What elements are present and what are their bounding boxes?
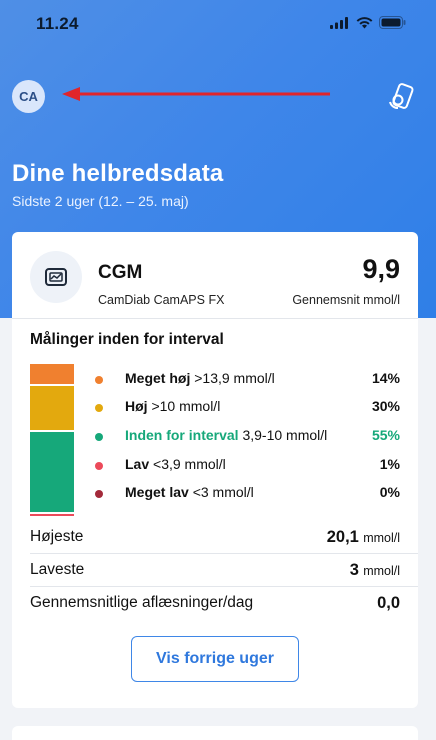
avg-readings-value: 0,0 [377, 594, 400, 612]
legend-percent: 55% [371, 427, 400, 443]
avatar[interactable]: CA [12, 80, 45, 113]
range-bar-segment [30, 432, 74, 512]
divider [30, 553, 418, 554]
legend-label-bold: Lav [125, 456, 150, 472]
legend-label: Meget lav <3 mmol/l [125, 484, 254, 500]
signal-icon [330, 16, 348, 29]
legend-percent: 1% [379, 456, 400, 472]
device-sync-icon [389, 83, 414, 109]
battery-icon [379, 16, 406, 29]
legend-label-range: <3,9 mmol/l [149, 456, 226, 472]
legend-label-range: >13,9 mmol/l [190, 370, 275, 386]
page-subtitle: Sidste 2 uger (12. – 25. maj) [12, 193, 189, 209]
highest-label: Højeste [30, 528, 84, 545]
legend-percent: 30% [371, 398, 400, 414]
avatar-initials: CA [19, 89, 38, 104]
legend-item: Meget lav <3 mmol/l 0% [95, 484, 400, 504]
status-bar: 11.24 [36, 14, 406, 38]
highest-unit: mmol/l [363, 531, 400, 545]
legend-label: Høj >10 mmol/l [125, 398, 220, 414]
legend-dot [95, 404, 103, 412]
highest-row: Højeste 20,1 mmol/l [30, 528, 400, 550]
legend-label-range: <3 mmol/l [188, 484, 254, 500]
next-card [12, 726, 418, 740]
lowest-value: 3 [349, 561, 359, 579]
lowest-row: Laveste 3 mmol/l [30, 561, 400, 583]
range-bar-segment [30, 386, 74, 430]
cgm-device: CamDiab CamAPS FX [98, 293, 225, 307]
legend-item: Inden for interval 3,9-10 mmol/l 55% [95, 427, 400, 447]
legend-item: Lav <3,9 mmol/l 1% [95, 456, 400, 476]
range-title: Målinger inden for interval [30, 331, 224, 348]
legend-label: Inden for interval 3,9-10 mmol/l [125, 427, 327, 443]
range-bar-segment [30, 514, 74, 516]
highest-value-group: 20,1 mmol/l [327, 528, 400, 547]
legend-dot [95, 376, 103, 384]
avg-readings-label: Gennemsnitlige aflæsninger/dag [30, 594, 254, 611]
device-sync-button[interactable] [386, 82, 416, 112]
legend-item: Høj >10 mmol/l 30% [95, 398, 400, 418]
legend-label-range: >10 mmol/l [147, 398, 221, 414]
page-title: Dine helbredsdata [12, 160, 224, 187]
legend-dot [95, 462, 103, 470]
legend-label-bold: Meget høj [125, 370, 191, 386]
legend-label-bold: Meget lav [125, 484, 189, 500]
average-label: Gennemsnit mmol/l [292, 293, 400, 307]
show-previous-weeks-button[interactable]: Vis forrige uger [131, 636, 299, 682]
cgm-title: CGM [98, 262, 143, 283]
time-in-range-bar [30, 364, 74, 516]
legend-dot [95, 490, 103, 498]
status-time: 11.24 [36, 14, 79, 33]
avg-readings-row: Gennemsnitlige aflæsninger/dag 0,0 [30, 594, 400, 616]
lowest-value-group: 3 mmol/l [350, 561, 400, 580]
avg-readings-value-group: 0,0 [377, 594, 400, 613]
legend-percent: 0% [379, 484, 400, 500]
legend-item: Meget høj >13,9 mmol/l 14% [95, 370, 400, 390]
legend-label-bold: Høj [125, 398, 148, 414]
lowest-label: Laveste [30, 561, 85, 578]
cgm-sensor-icon [45, 268, 67, 286]
cgm-icon-container [30, 251, 82, 303]
average-value: 9,9 [362, 254, 400, 284]
legend-percent: 14% [371, 370, 400, 386]
lowest-unit: mmol/l [363, 564, 400, 578]
legend-label: Lav <3,9 mmol/l [125, 456, 226, 472]
legend-dot [95, 433, 103, 441]
highest-value: 20,1 [326, 528, 359, 546]
wifi-icon [356, 16, 373, 28]
range-bar-segment [30, 364, 74, 384]
legend-label: Meget høj >13,9 mmol/l [125, 370, 275, 386]
legend-label-bold: Inden for interval [125, 427, 239, 443]
arrow-annotation-icon [62, 87, 330, 101]
status-icons [330, 16, 406, 29]
legend-label-range: 3,9-10 mmol/l [238, 427, 328, 443]
divider [30, 586, 418, 587]
divider [12, 318, 418, 319]
